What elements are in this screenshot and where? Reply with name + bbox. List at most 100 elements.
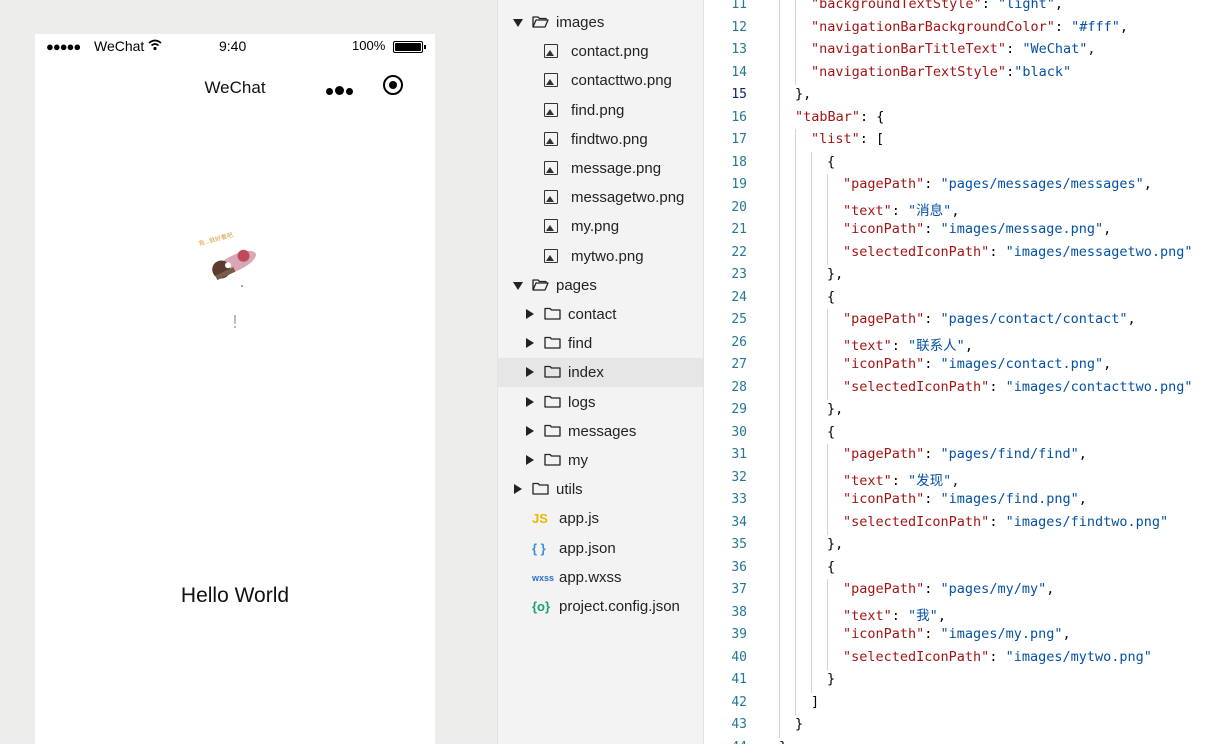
chevron-right-icon[interactable] <box>526 425 534 436</box>
indent-guide <box>779 174 780 198</box>
tree-item-label: project.config.json <box>559 598 680 615</box>
tree-item-message-png[interactable]: message.png <box>498 154 704 183</box>
status-time: 9:40 <box>219 38 247 54</box>
tree-item-messagetwo-png[interactable]: messagetwo.png <box>498 183 704 212</box>
tree-item-label: messages <box>568 422 637 440</box>
tree-item-my[interactable]: my <box>498 446 704 475</box>
indent-guide <box>811 579 812 603</box>
indent-guide <box>811 331 812 355</box>
indent-guide <box>779 151 780 175</box>
indent-guide <box>779 286 780 310</box>
code-line: }, <box>827 536 844 552</box>
tree-item-app-wxss[interactable]: wxss app.wxss <box>498 563 704 592</box>
chevron-right-icon[interactable] <box>526 455 534 465</box>
tree-item-label: app.js <box>559 510 600 528</box>
folder-icon <box>532 482 549 495</box>
indent-guide <box>811 466 812 490</box>
tree-item-utils[interactable]: utils <box>498 475 704 504</box>
line-number: 22 <box>731 244 747 260</box>
tree-item-label: findtwo.png <box>571 130 648 148</box>
indent-guide <box>779 511 780 535</box>
line-number: 35 <box>731 537 747 552</box>
indent-guide <box>779 331 780 355</box>
chevron-right-icon[interactable] <box>514 484 522 495</box>
tree-item-contact[interactable]: contact <box>498 300 704 329</box>
line-number: 34 <box>731 514 747 530</box>
chevron-right-icon[interactable] <box>526 396 534 407</box>
tree-item-contact-png[interactable]: contact.png <box>498 37 704 66</box>
indent-guide <box>795 196 796 220</box>
tree-item-find[interactable]: find <box>498 329 704 358</box>
indent-guide <box>779 106 780 130</box>
indent-guide <box>811 399 812 423</box>
indent-guide <box>827 466 828 490</box>
userinfo-text: ! <box>232 312 238 332</box>
indent-guide <box>779 196 780 220</box>
tree-item-label: message.png <box>571 160 662 177</box>
line-number: 30 <box>731 424 747 440</box>
tree-item-app-js[interactable]: JS app.js <box>498 504 704 533</box>
config-file-icon: {o} <box>532 599 551 614</box>
indent-guide <box>795 151 796 175</box>
line-number: 42 <box>731 694 747 710</box>
line-number: 44 <box>704 740 747 744</box>
folder-open-icon <box>532 278 549 291</box>
indent-guide <box>827 444 828 468</box>
tree-item-my-png[interactable]: my.png <box>498 212 704 241</box>
code-line: "pagePath": "pages/my/my", <box>843 581 1055 597</box>
code-line: "selectedIconPath": "images/findtwo.png" <box>843 513 1169 530</box>
close-target-icon[interactable] <box>383 75 403 95</box>
line-number: 12 <box>731 19 747 35</box>
code-line: { <box>827 153 836 170</box>
tree-item-label: messagetwo.png <box>571 189 685 207</box>
tree-item-mytwo-png[interactable]: mytwo.png <box>498 242 704 271</box>
line-number: 40 <box>731 649 747 665</box>
line-number: 19 <box>731 177 747 192</box>
status-bar: ●●●●● WeChat 9:40 100% <box>35 34 435 58</box>
tree-item-pages[interactable]: pages <box>498 271 704 300</box>
indent-guide <box>795 39 796 63</box>
indent-guide <box>811 286 812 310</box>
indent-guide <box>811 151 812 175</box>
file-explorer: images contact.png contacttwo.png find.png f… <box>497 0 704 744</box>
battery-icon <box>393 41 426 53</box>
more-icon[interactable] <box>326 82 356 95</box>
tree-item-logs[interactable]: logs <box>498 388 704 417</box>
indent-guide <box>779 354 780 378</box>
code-editor[interactable]: 11 "backgroundTextStyle": "light", 12 "navi… <box>703 0 1213 744</box>
code-line: { <box>827 558 836 575</box>
code-line: "pagePath": "pages/messages/messages", <box>843 176 1152 192</box>
tree-item-find-png[interactable]: find.png <box>498 96 704 125</box>
avatar: 我...就好看吧. <box>198 232 268 294</box>
code-line: } <box>827 671 836 687</box>
nav-title: WeChat <box>204 78 266 97</box>
tree-item-images[interactable]: images <box>498 8 704 37</box>
code-line: { <box>827 423 836 440</box>
tree-item-contacttwo-png[interactable]: contacttwo.png <box>498 66 704 95</box>
tree-item-label: app.json <box>559 539 616 557</box>
indent-guide <box>779 16 780 40</box>
tree-item-label: mytwo.png <box>571 247 644 265</box>
code-line: "pagePath": "pages/contact/contact", <box>843 311 1136 327</box>
indent-guide <box>779 691 780 715</box>
chevron-right-icon[interactable] <box>526 309 534 319</box>
line-number: 15 <box>731 87 747 102</box>
tree-item-findtwo-png[interactable]: findtwo.png <box>498 125 704 154</box>
wxss-file-icon: wxss <box>532 572 555 583</box>
indent-guide <box>827 241 828 265</box>
tree-item-messages[interactable]: messages <box>498 417 704 446</box>
indent-guide <box>779 601 780 625</box>
indent-guide <box>811 624 812 648</box>
indent-guide <box>795 601 796 625</box>
tree-item-app-json[interactable]: { } app.json <box>498 534 704 563</box>
tree-item-index[interactable]: index <box>498 358 704 388</box>
chevron-right-icon[interactable] <box>526 338 534 349</box>
indent-guide <box>811 556 812 580</box>
line-number: 38 <box>731 604 747 620</box>
chevron-down-icon[interactable] <box>513 281 523 290</box>
chevron-right-icon[interactable] <box>526 367 534 378</box>
chevron-down-icon[interactable] <box>513 19 523 27</box>
tree-item-project-config-json[interactable]: {o} project.config.json <box>498 592 704 621</box>
indent-guide <box>795 691 796 715</box>
indent-guide <box>827 646 828 670</box>
